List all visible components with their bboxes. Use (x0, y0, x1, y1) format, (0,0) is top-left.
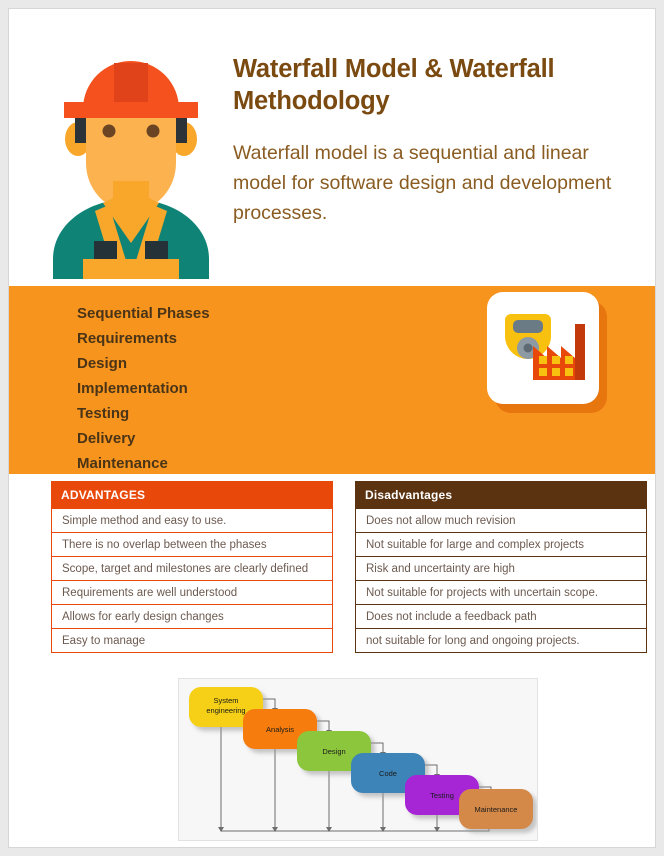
hero-text-block: Waterfall Model & Waterfall Methodology … (233, 53, 633, 228)
phase-item: Requirements (77, 330, 178, 347)
svg-text:Testing: Testing (430, 791, 454, 800)
table-row: There is no overlap between the phases (51, 533, 333, 557)
page-subtitle: Waterfall model is a sequential and line… (233, 142, 612, 224)
table-row: Does not allow much revision (355, 509, 647, 533)
hero-section: Waterfall Model & Waterfall Methodology … (9, 9, 655, 286)
advantages-table: ADVANTAGES Simple method and easy to use… (51, 481, 333, 653)
svg-text:Analysis: Analysis (266, 725, 294, 734)
svg-text:Code: Code (379, 769, 397, 778)
waterfall-phases-diagram: System engineering Analysis Design Code … (178, 678, 538, 841)
disadvantages-table: Disadvantages Does not allow much revisi… (355, 481, 647, 653)
advantages-header: ADVANTAGES (51, 481, 333, 509)
svg-text:Design: Design (322, 747, 345, 756)
table-row: Simple method and easy to use. (51, 509, 333, 533)
disadvantages-header: Disadvantages (355, 481, 647, 509)
table-row: Not suitable for projects with uncertain… (355, 581, 647, 605)
phase-item: Sequential Phases (77, 305, 210, 322)
table-row: Does not include a feedback path (355, 605, 647, 629)
table-row: Allows for early design changes (51, 605, 333, 629)
construction-worker-avatar (31, 31, 231, 279)
phase-item: Implementation (77, 380, 188, 397)
page-title: Waterfall Model & Waterfall Methodology (233, 55, 555, 116)
phase-item: Design (77, 355, 128, 372)
table-row: Easy to manage (51, 629, 333, 653)
table-row: Not suitable for large and complex proje… (355, 533, 647, 557)
phase-list: Sequential Phases Requirements Design Im… (77, 301, 210, 476)
factory-gasmask-icon (487, 292, 599, 404)
table-row: Scope, target and milestones are clearly… (51, 557, 333, 581)
phase-item: Maintenance (77, 455, 168, 472)
phase-item: Delivery (77, 430, 136, 447)
table-row: not suitable for long and ongoing projec… (355, 629, 647, 653)
table-row: Risk and uncertainty are high (355, 557, 647, 581)
phase-item: Testing (77, 405, 130, 422)
svg-text:System: System (213, 696, 238, 705)
svg-text:Maintenance: Maintenance (475, 805, 518, 814)
pros-cons-tables: ADVANTAGES Simple method and easy to use… (9, 481, 655, 666)
table-row: Requirements are well understood (51, 581, 333, 605)
infographic-page: Waterfall Model & Waterfall Methodology … (8, 8, 656, 848)
svg-text:engineering: engineering (206, 706, 245, 715)
